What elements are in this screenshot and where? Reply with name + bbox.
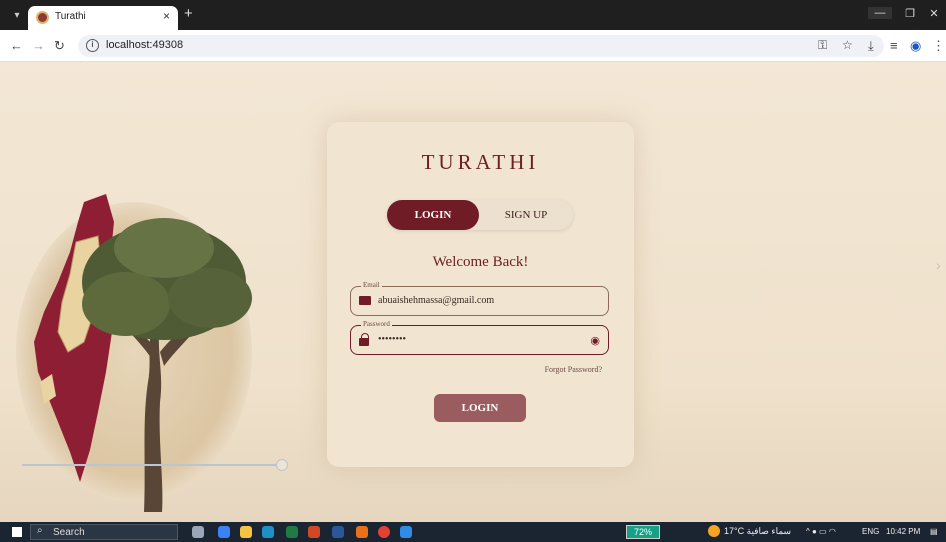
maximize-icon[interactable]: ❐ [898,7,922,20]
mail-icon [359,295,371,306]
url-input[interactable]: i localhost:49308 ⚿ ☆ [78,35,884,57]
tree-canopy-top [114,218,214,278]
next-arrow-icon[interactable]: › [936,257,941,273]
word-icon[interactable] [332,526,344,538]
password-value: •••••••• [378,334,407,345]
browser-tab[interactable]: Turathi × [28,6,178,30]
app-icon[interactable] [218,526,230,538]
clock[interactable]: 10:42 PM [886,527,920,536]
welcome-heading: Welcome Back! [432,254,529,270]
windows-start-icon[interactable] [12,527,22,537]
excel-icon[interactable] [286,526,298,538]
notification-icon[interactable]: ▤ [930,527,938,536]
toggle-visibility-eye-icon[interactable]: ◉ [590,334,600,347]
app-icon-orange[interactable] [356,526,368,538]
tray-icons[interactable]: ^ ● ▭ ◠ [806,527,836,536]
language-indicator[interactable]: ENG [862,527,879,536]
profile-icon[interactable]: ◉ [910,38,921,54]
menu-kebab-icon[interactable]: ⋮ [932,38,945,54]
forward-icon[interactable]: → [32,38,45,53]
lock-icon [359,333,371,346]
auth-tab-switch: LOGIN SIGN UP [387,200,573,230]
email-label: Email [361,281,382,289]
download-icon[interactable]: ⤓ [868,38,874,54]
url-text: localhost:49308 [106,39,184,51]
password-label: Password [361,320,392,328]
login-card: TURATHI LOGIN SIGN UP Welcome Back! Emai… [327,122,634,467]
tab-close-icon[interactable]: × [163,9,170,23]
video-progress-knob[interactable] [276,459,288,471]
address-bar-row: ← → ↻ i localhost:49308 ⚿ ☆ ⤓ ≡ ◉ ⋮ [0,30,946,62]
password-field[interactable]: Password •••••••• ◉ [350,320,609,355]
app-title: TURATHI [421,150,540,174]
file-explorer-icon[interactable] [240,526,252,538]
tab-title: Turathi [55,11,86,22]
back-icon[interactable]: ← [10,38,23,53]
email-field[interactable]: Email abuaishehmassa@gmail.com [350,281,609,316]
password-key-icon[interactable]: ⚿ [818,38,827,53]
weather-text[interactable]: 17°C سماء صافية [724,526,791,537]
battery-indicator[interactable]: 72% [626,525,660,539]
tab-search-icon[interactable]: ▾ [10,9,24,23]
site-info-icon[interactable]: i [86,39,99,52]
chrome-icon[interactable] [378,526,390,538]
tab-login[interactable]: LOGIN [387,200,479,230]
favicon-icon [36,11,49,24]
bookmark-star-icon[interactable]: ☆ [842,38,853,52]
tree-canopy-left [82,272,170,336]
video-progress-track[interactable] [22,464,284,466]
windows-taskbar: ⌕ Search 72% 17°C سماء صافية ^ ● ▭ ◠ ENG… [0,522,946,542]
task-view-icon[interactable] [192,526,204,538]
palestine-map-olive-tree-illustration [16,194,252,512]
edge-icon[interactable] [262,526,274,538]
forgot-password-link[interactable]: Forgot Password? [545,365,602,374]
minimize-icon[interactable]: — [868,7,892,19]
taskbar-search[interactable]: ⌕ Search [30,524,178,540]
tab-signup[interactable]: SIGN UP [479,200,573,230]
tree-canopy-right [168,268,252,328]
login-submit-button[interactable]: LOGIN [434,394,526,422]
taskbar-search-label: Search [53,527,85,538]
page-background: TURATHI LOGIN SIGN UP Welcome Back! Emai… [0,62,946,522]
search-icon: ⌕ [37,525,43,536]
close-window-icon[interactable]: ✕ [922,7,946,20]
browser-tab-bar: ▾ Turathi × + — ❐ ✕ [0,0,946,30]
weather-icon[interactable] [708,525,720,537]
powerpoint-icon[interactable] [308,526,320,538]
reading-list-icon[interactable]: ≡ [890,38,898,53]
visual-studio-icon[interactable] [400,526,412,538]
email-value: abuaishehmassa@gmail.com [378,295,495,306]
reload-icon[interactable]: ↻ [54,38,65,54]
new-tab-button[interactable]: + [184,5,193,22]
